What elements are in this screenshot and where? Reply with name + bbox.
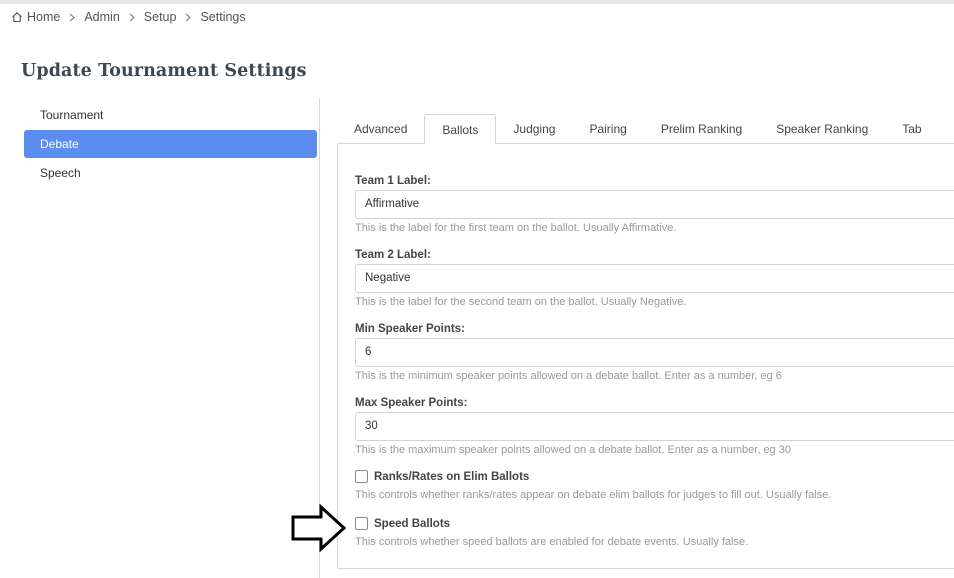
settings-sidebar: Tournament Debate Speech — [24, 101, 317, 188]
arrow-right-outline-icon — [291, 504, 347, 552]
chevron-right-icon — [185, 13, 192, 22]
ranks-rates-checkbox[interactable] — [355, 470, 368, 483]
tab-prelim-ranking[interactable]: Prelim Ranking — [644, 114, 759, 144]
team1-label-input[interactable]: Affirmative — [355, 190, 954, 219]
max-speaker-points-help: This is the maximum speaker points allow… — [355, 444, 791, 456]
breadcrumb-settings: Settings — [200, 10, 246, 24]
min-speaker-points-label: Min Speaker Points: — [355, 323, 465, 335]
settings-tabs: Advanced Ballots Judging Pairing Prelim … — [337, 114, 939, 144]
tab-judging[interactable]: Judging — [496, 114, 572, 144]
team2-label-field: Team 2 Label: Negative This is the label… — [355, 248, 954, 308]
top-strip — [0, 0, 954, 4]
breadcrumb: Home Admin Setup Settings — [11, 10, 246, 24]
home-icon[interactable] — [11, 11, 23, 23]
tab-pairing[interactable]: Pairing — [572, 114, 643, 144]
min-speaker-points-help: This is the minimum speaker points allow… — [355, 370, 782, 382]
team1-label-help: This is the label for the first team on … — [355, 222, 677, 234]
team2-label-help: This is the label for the second team on… — [355, 296, 687, 308]
sidebar-item-tournament[interactable]: Tournament — [24, 101, 317, 129]
team2-label-label: Team 2 Label: — [355, 249, 431, 261]
max-speaker-points-field: Max Speaker Points: 30 This is the maxim… — [355, 396, 954, 456]
speed-ballots-row: Speed Ballots — [355, 517, 450, 530]
ranks-rates-row: Ranks/Rates on Elim Ballots — [355, 470, 529, 483]
chevron-right-icon — [129, 13, 135, 22]
ranks-rates-help: This controls whether ranks/rates appear… — [355, 489, 832, 501]
sidebar-item-debate[interactable]: Debate — [24, 130, 317, 158]
team1-label-field: Team 1 Label: Affirmative This is the la… — [355, 174, 954, 234]
breadcrumb-home[interactable]: Home — [27, 10, 60, 24]
breadcrumb-setup[interactable]: Setup — [144, 10, 177, 24]
speed-ballots-label[interactable]: Speed Ballots — [374, 518, 450, 530]
speed-ballots-checkbox[interactable] — [355, 517, 368, 530]
tab-tab[interactable]: Tab — [885, 114, 938, 144]
ballots-panel: Team 1 Label: Affirmative This is the la… — [337, 143, 954, 569]
team1-label-label: Team 1 Label: — [355, 175, 431, 187]
chevron-right-icon — [69, 13, 76, 22]
breadcrumb-admin[interactable]: Admin — [84, 10, 119, 24]
min-speaker-points-input[interactable]: 6 — [355, 338, 954, 367]
tab-advanced[interactable]: Advanced — [337, 114, 424, 144]
max-speaker-points-input[interactable]: 30 — [355, 412, 954, 441]
tab-ballots[interactable]: Ballots — [424, 114, 497, 144]
max-speaker-points-label: Max Speaker Points: — [355, 397, 468, 409]
ranks-rates-label[interactable]: Ranks/Rates on Elim Ballots — [374, 471, 529, 483]
tab-speaker-ranking[interactable]: Speaker Ranking — [759, 114, 885, 144]
sidebar-item-speech[interactable]: Speech — [24, 159, 317, 187]
speed-ballots-help: This controls whether speed ballots are … — [355, 536, 749, 548]
team2-label-input[interactable]: Negative — [355, 264, 954, 293]
min-speaker-points-field: Min Speaker Points: 6 This is the minimu… — [355, 322, 954, 382]
page-title: Update Tournament Settings — [21, 61, 307, 81]
